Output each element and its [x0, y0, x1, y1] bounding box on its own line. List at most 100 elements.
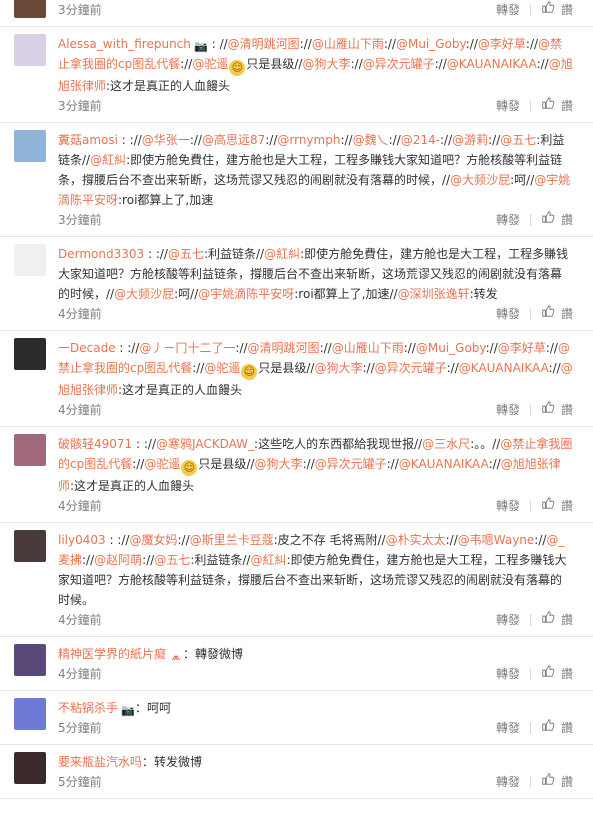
mention-link[interactable]: @狗大李 [302, 57, 350, 71]
mention-link[interactable]: @深圳张逸轩 [398, 287, 470, 301]
avatar[interactable] [14, 752, 46, 784]
mention-link[interactable]: @高思远87 [202, 133, 265, 147]
like-label: 讚 [560, 99, 573, 113]
mention-link[interactable]: @五七 [500, 133, 536, 147]
mention-link[interactable]: @驼遥 [204, 361, 240, 375]
comment-text-segment: ：呵呵 [135, 701, 172, 715]
mention-link[interactable]: @驼遥 [192, 57, 228, 71]
repost-button[interactable]: 轉發 [496, 304, 520, 324]
mention-link[interactable]: @魔女妈 [129, 533, 177, 547]
repost-button[interactable]: 轉發 [496, 0, 520, 20]
mention-link[interactable]: @Mui_Goby [396, 37, 466, 51]
mention-link[interactable]: @紅糾 [250, 553, 286, 567]
comment-text-segment: :// [545, 341, 558, 355]
comment-text: Dermond3303 : ://@五七:利益链条//@紅糾:即使方舱免費住，建… [58, 247, 569, 301]
comment-time: 4分鐘前 [58, 307, 102, 321]
like-label: 讚 [560, 721, 573, 735]
comment-item: 一Decade : ://@丿ㄧ冂十二了一://@清明跳河图://@山雁山下雨:… [0, 331, 593, 427]
comment-item: 精神医学界的紙片癡 ⩕ ：轉發微博 4分鐘前 轉發 讚 [0, 637, 593, 691]
mention-link[interactable]: @异次元罐子 [315, 457, 387, 471]
like-button[interactable]: 讚 [541, 610, 573, 630]
mention-link[interactable]: @大频沙屁 [450, 173, 510, 187]
like-button[interactable]: 讚 [541, 210, 573, 230]
user-photo-icon [14, 644, 46, 676]
repost-button[interactable]: 轉發 [496, 718, 520, 738]
mention-link[interactable]: @三水尺 [422, 437, 470, 451]
repost-button[interactable]: 轉發 [496, 210, 520, 230]
mention-link[interactable]: @KAUANAIKAA [399, 457, 489, 471]
like-button[interactable]: 讚 [541, 664, 573, 684]
like-button[interactable]: 讚 [541, 0, 573, 20]
action-divider [529, 614, 531, 626]
repost-button[interactable]: 轉發 [496, 664, 520, 684]
repost-button[interactable]: 轉發 [496, 496, 520, 516]
mention-link[interactable]: @韦嗯Wayne [458, 533, 535, 547]
repost-button[interactable]: 轉發 [496, 772, 520, 792]
mention-link[interactable]: @斯里兰卡豆蔻 [190, 533, 274, 547]
mention-link[interactable]: @游莉 [452, 133, 488, 147]
mention-link[interactable]: @异次元罐子 [375, 361, 447, 375]
mention-link[interactable]: @山雁山下雨 [332, 341, 404, 355]
comment-text-segment: :// [388, 133, 401, 147]
like-button[interactable]: 讚 [541, 304, 573, 324]
smile-emoji-icon: ☺ [181, 460, 198, 476]
mention-link[interactable]: @驼遥 [144, 457, 180, 471]
mention-link[interactable]: @朴实太太 [386, 533, 446, 547]
mention-link[interactable]: @狗大李 [254, 457, 302, 471]
avatar[interactable] [14, 434, 46, 466]
mention-link[interactable]: @山雁山下雨 [312, 37, 384, 51]
like-button[interactable]: 讚 [541, 718, 573, 738]
mention-link[interactable]: @KAUANAIKAA [459, 361, 549, 375]
mention-link[interactable]: @KAUANAIKAA [447, 57, 537, 71]
mention-link[interactable]: @五七 [168, 247, 204, 261]
avatar[interactable] [14, 698, 46, 730]
comment-text-segment: :roi都算上了,加速// [294, 287, 398, 301]
comment-username[interactable]: 一Decade [58, 341, 116, 355]
action-divider [529, 4, 531, 16]
repost-button[interactable]: 轉發 [496, 610, 520, 630]
avatar[interactable] [14, 0, 46, 18]
thumbs-up-icon [542, 401, 555, 413]
comment-username[interactable]: lily0403 [58, 533, 106, 547]
mention-link[interactable]: @异次元罐子 [363, 57, 435, 71]
comment-username[interactable]: 要来瓶盐汽水吗 [58, 755, 142, 769]
mention-link[interactable]: @魏乀 [353, 133, 389, 147]
comment-username[interactable]: Dermond3303 [58, 247, 144, 261]
comment-text-segment: 只是县级// [246, 57, 303, 71]
comment-username[interactable]: 不粘锅杀手 [58, 701, 118, 715]
mention-link[interactable]: @李好草 [478, 37, 526, 51]
avatar[interactable] [14, 338, 46, 370]
avatar[interactable] [14, 34, 46, 66]
avatar[interactable] [14, 244, 46, 276]
mention-link[interactable]: @清明跳河图 [228, 37, 300, 51]
comment-username[interactable]: 精神医学界的紙片癡 [58, 647, 166, 661]
mention-link[interactable]: @丿ㄧ冂十二了一 [139, 341, 235, 355]
mention-link[interactable]: @大频沙屁 [114, 287, 174, 301]
comment-username[interactable]: 破骸轻49071 [58, 437, 132, 451]
mention-link[interactable]: @紅糾 [264, 247, 300, 261]
mention-link[interactable]: @五七 [154, 553, 190, 567]
avatar[interactable] [14, 130, 46, 162]
comment-meta: 5分鐘前 轉發 讚 [58, 772, 573, 792]
repost-button[interactable]: 轉發 [496, 96, 520, 116]
like-button[interactable]: 讚 [541, 496, 573, 516]
mention-link[interactable]: @清明跳河图 [248, 341, 320, 355]
mention-link[interactable]: @宇姚滴陈平安呀 [198, 287, 294, 301]
mention-link[interactable]: @李好草 [498, 341, 546, 355]
comment-username[interactable]: 糞菇amosi [58, 133, 118, 147]
avatar[interactable] [14, 530, 46, 562]
like-button[interactable]: 讚 [541, 96, 573, 116]
avatar[interactable] [14, 644, 46, 676]
mention-link[interactable]: @紅糾 [90, 153, 126, 167]
mention-link[interactable]: @赵阿萌 [94, 553, 142, 567]
like-button[interactable]: 讚 [541, 400, 573, 420]
like-button[interactable]: 讚 [541, 772, 573, 792]
comment-username[interactable]: Alessa_with_firepunch [58, 37, 191, 51]
mention-link[interactable]: @寒鸦JACKDAW_ [156, 437, 254, 451]
repost-button[interactable]: 轉發 [496, 400, 520, 420]
mention-link[interactable]: @Mui_Goby [416, 341, 486, 355]
mention-link[interactable]: @214- [401, 133, 440, 147]
mention-link[interactable]: @华张一 [142, 133, 190, 147]
mention-link[interactable]: @rrnymph [277, 133, 340, 147]
mention-link[interactable]: @狗大李 [314, 361, 362, 375]
